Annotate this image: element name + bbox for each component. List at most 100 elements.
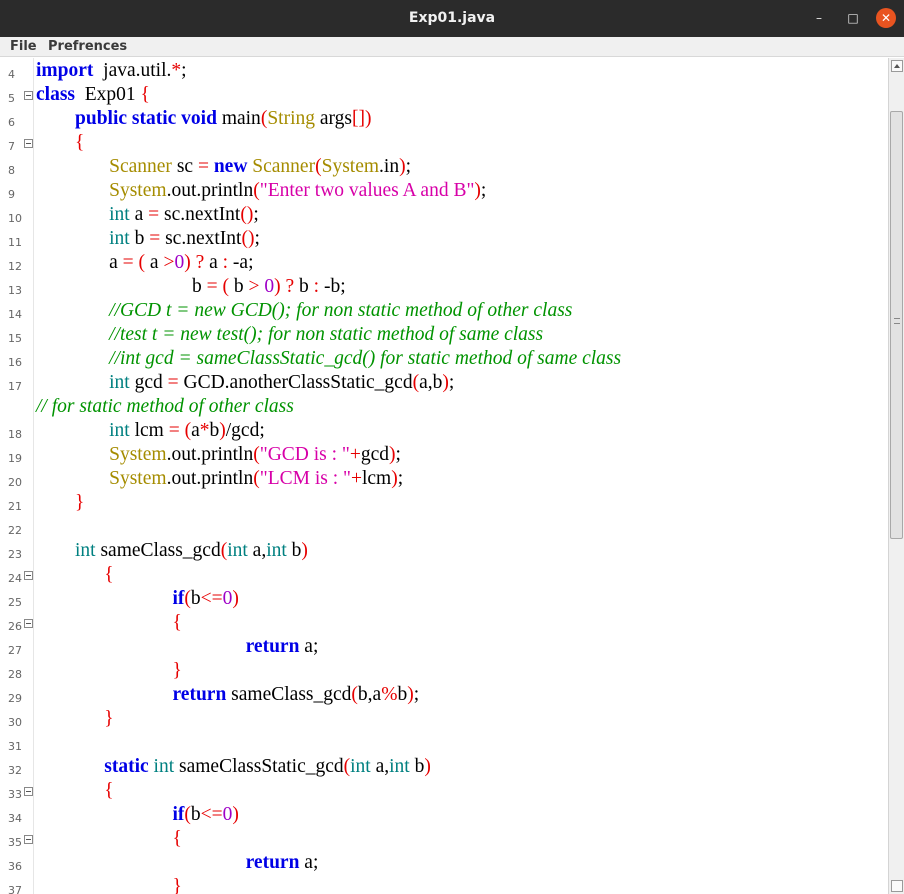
code-token: args	[315, 108, 353, 129]
code-line[interactable]: 21 }	[0, 491, 888, 515]
code-text: int lcm = (a*b)/gcd;	[36, 419, 265, 443]
code-line[interactable]: 34 if(b<=0)	[0, 803, 888, 827]
minimize-icon[interactable]: –	[809, 8, 829, 28]
code-line[interactable]: 35 {	[0, 827, 888, 851]
fold-toggle-icon[interactable]	[24, 835, 33, 844]
code-token: *	[199, 420, 210, 441]
code-token: int	[266, 540, 287, 561]
fold-toggle-icon[interactable]	[24, 787, 33, 796]
code-text: class Exp01 {	[36, 83, 150, 107]
code-line[interactable]: 27 return a;	[0, 635, 888, 659]
code-token: ;	[448, 372, 455, 393]
line-number: 10	[8, 212, 22, 225]
code-text: //GCD t = new GCD(); for non static meth…	[36, 299, 572, 323]
code-line[interactable]: 7 {	[0, 131, 888, 155]
line-number: 30	[8, 716, 22, 729]
code-token: =	[197, 156, 209, 177]
scrollbar-thumb[interactable]	[890, 111, 903, 539]
code-line[interactable]: 24 {	[0, 563, 888, 587]
code-token: ;	[405, 156, 411, 177]
code-line[interactable]: 9 System.out.println("Enter two values A…	[0, 179, 888, 203]
code-token: if	[172, 588, 185, 609]
code-token: Exp01	[75, 84, 141, 105]
line-number: 21	[8, 500, 22, 513]
code-token: int	[109, 204, 130, 225]
code-token: int	[227, 540, 248, 561]
code-token: <=	[200, 588, 223, 609]
close-icon[interactable]: ✕	[876, 8, 896, 28]
line-number: 23	[8, 548, 22, 561]
code-token: //int gcd = sameClassStatic_gcd() for st…	[109, 348, 622, 369]
fold-toggle-icon[interactable]	[24, 139, 33, 148]
code-line[interactable]: 23 int sameClass_gcd(int a,int b)	[0, 539, 888, 563]
fold-toggle-icon[interactable]	[24, 571, 33, 580]
code-line[interactable]: 31	[0, 731, 888, 755]
code-text: int b = sc.nextInt();	[36, 227, 260, 251]
code-line[interactable]: 16 //int gcd = sameClassStatic_gcd() for…	[0, 347, 888, 371]
fold-toggle-icon[interactable]	[24, 91, 33, 100]
code-line[interactable]: 28 }	[0, 659, 888, 683]
code-line[interactable]: 14 //GCD t = new GCD(); for non static m…	[0, 299, 888, 323]
code-line[interactable]: 20 System.out.println("LCM is : "+lcm);	[0, 467, 888, 491]
code-token: ;	[181, 60, 187, 81]
code-line[interactable]: 32 static int sameClassStatic_gcd(int a,…	[0, 755, 888, 779]
code-line[interactable]: 30 }	[0, 707, 888, 731]
line-number: 17	[8, 380, 22, 393]
code-text: {	[36, 611, 182, 635]
code-token: sc.nextInt	[160, 228, 242, 249]
scroll-down-arrow-icon[interactable]	[891, 880, 903, 892]
code-token: b,a	[357, 684, 382, 705]
code-token: b	[129, 228, 150, 249]
code-editor[interactable]: 4 import java.util.*; 5 class Exp01 {6 publ…	[0, 58, 888, 894]
code-line[interactable]: 8 Scanner sc = new Scanner(System.in);	[0, 155, 888, 179]
code-line[interactable]: 17 int gcd = GCD.anotherClassStatic_gcd(…	[0, 371, 888, 395]
maximize-icon[interactable]: □	[843, 8, 863, 28]
code-line[interactable]: 29 return sameClass_gcd(b,a%b);	[0, 683, 888, 707]
fold-toggle-icon[interactable]	[24, 619, 33, 628]
code-text: int a = sc.nextInt();	[36, 203, 259, 227]
code-token: b	[36, 276, 207, 297]
code-line[interactable]: 11 int b = sc.nextInt();	[0, 227, 888, 251]
code-token: a	[129, 204, 149, 225]
code-line[interactable]: 19 System.out.println("GCD is : "+gcd);	[0, 443, 888, 467]
code-line[interactable]: 4 import java.util.*;	[0, 59, 888, 83]
scroll-up-arrow-icon[interactable]	[891, 60, 903, 72]
code-line[interactable]: 18 int lcm = (a*b)/gcd;	[0, 419, 888, 443]
code-line[interactable]: 22	[0, 515, 888, 539]
code-line[interactable]: 13 b = ( b > 0) ? b : -b;	[0, 275, 888, 299]
code-line[interactable]: 6 public static void main(String args[])	[0, 107, 888, 131]
code-text: }	[36, 491, 84, 515]
code-line[interactable]: 15 //test t = new test(); for non static…	[0, 323, 888, 347]
menu-bar: File Prefrences	[0, 37, 904, 57]
code-line[interactable]: 25 if(b<=0)	[0, 587, 888, 611]
line-number: 14	[8, 308, 22, 321]
vertical-scrollbar[interactable]	[888, 58, 904, 894]
code-line-wrapped[interactable]: // for static method of other class	[0, 395, 888, 419]
line-number: 27	[8, 644, 22, 657]
code-token: sameClass_gcd	[95, 540, 221, 561]
menu-file[interactable]: File	[10, 37, 37, 57]
menu-preferences[interactable]: Prefrences	[48, 37, 127, 57]
code-line[interactable]: 10 int a = sc.nextInt();	[0, 203, 888, 227]
code-token: int	[109, 420, 130, 441]
code-token: int	[350, 756, 371, 777]
code-token: =	[168, 420, 180, 441]
code-line[interactable]: 5 class Exp01 {	[0, 83, 888, 107]
code-token: ;	[397, 468, 404, 489]
code-text: a = ( a >0) ? a : -a;	[36, 251, 253, 275]
code-line[interactable]: 37 }	[0, 875, 888, 894]
code-line[interactable]: 36 return a;	[0, 851, 888, 875]
line-number: 22	[8, 524, 22, 537]
code-line[interactable]: 33 {	[0, 779, 888, 803]
code-text: return sameClass_gcd(b,a%b);	[36, 683, 420, 707]
code-line[interactable]: 26 {	[0, 611, 888, 635]
code-line[interactable]: 12 a = ( a >0) ? a : -a;	[0, 251, 888, 275]
code-token: 0	[222, 804, 233, 825]
